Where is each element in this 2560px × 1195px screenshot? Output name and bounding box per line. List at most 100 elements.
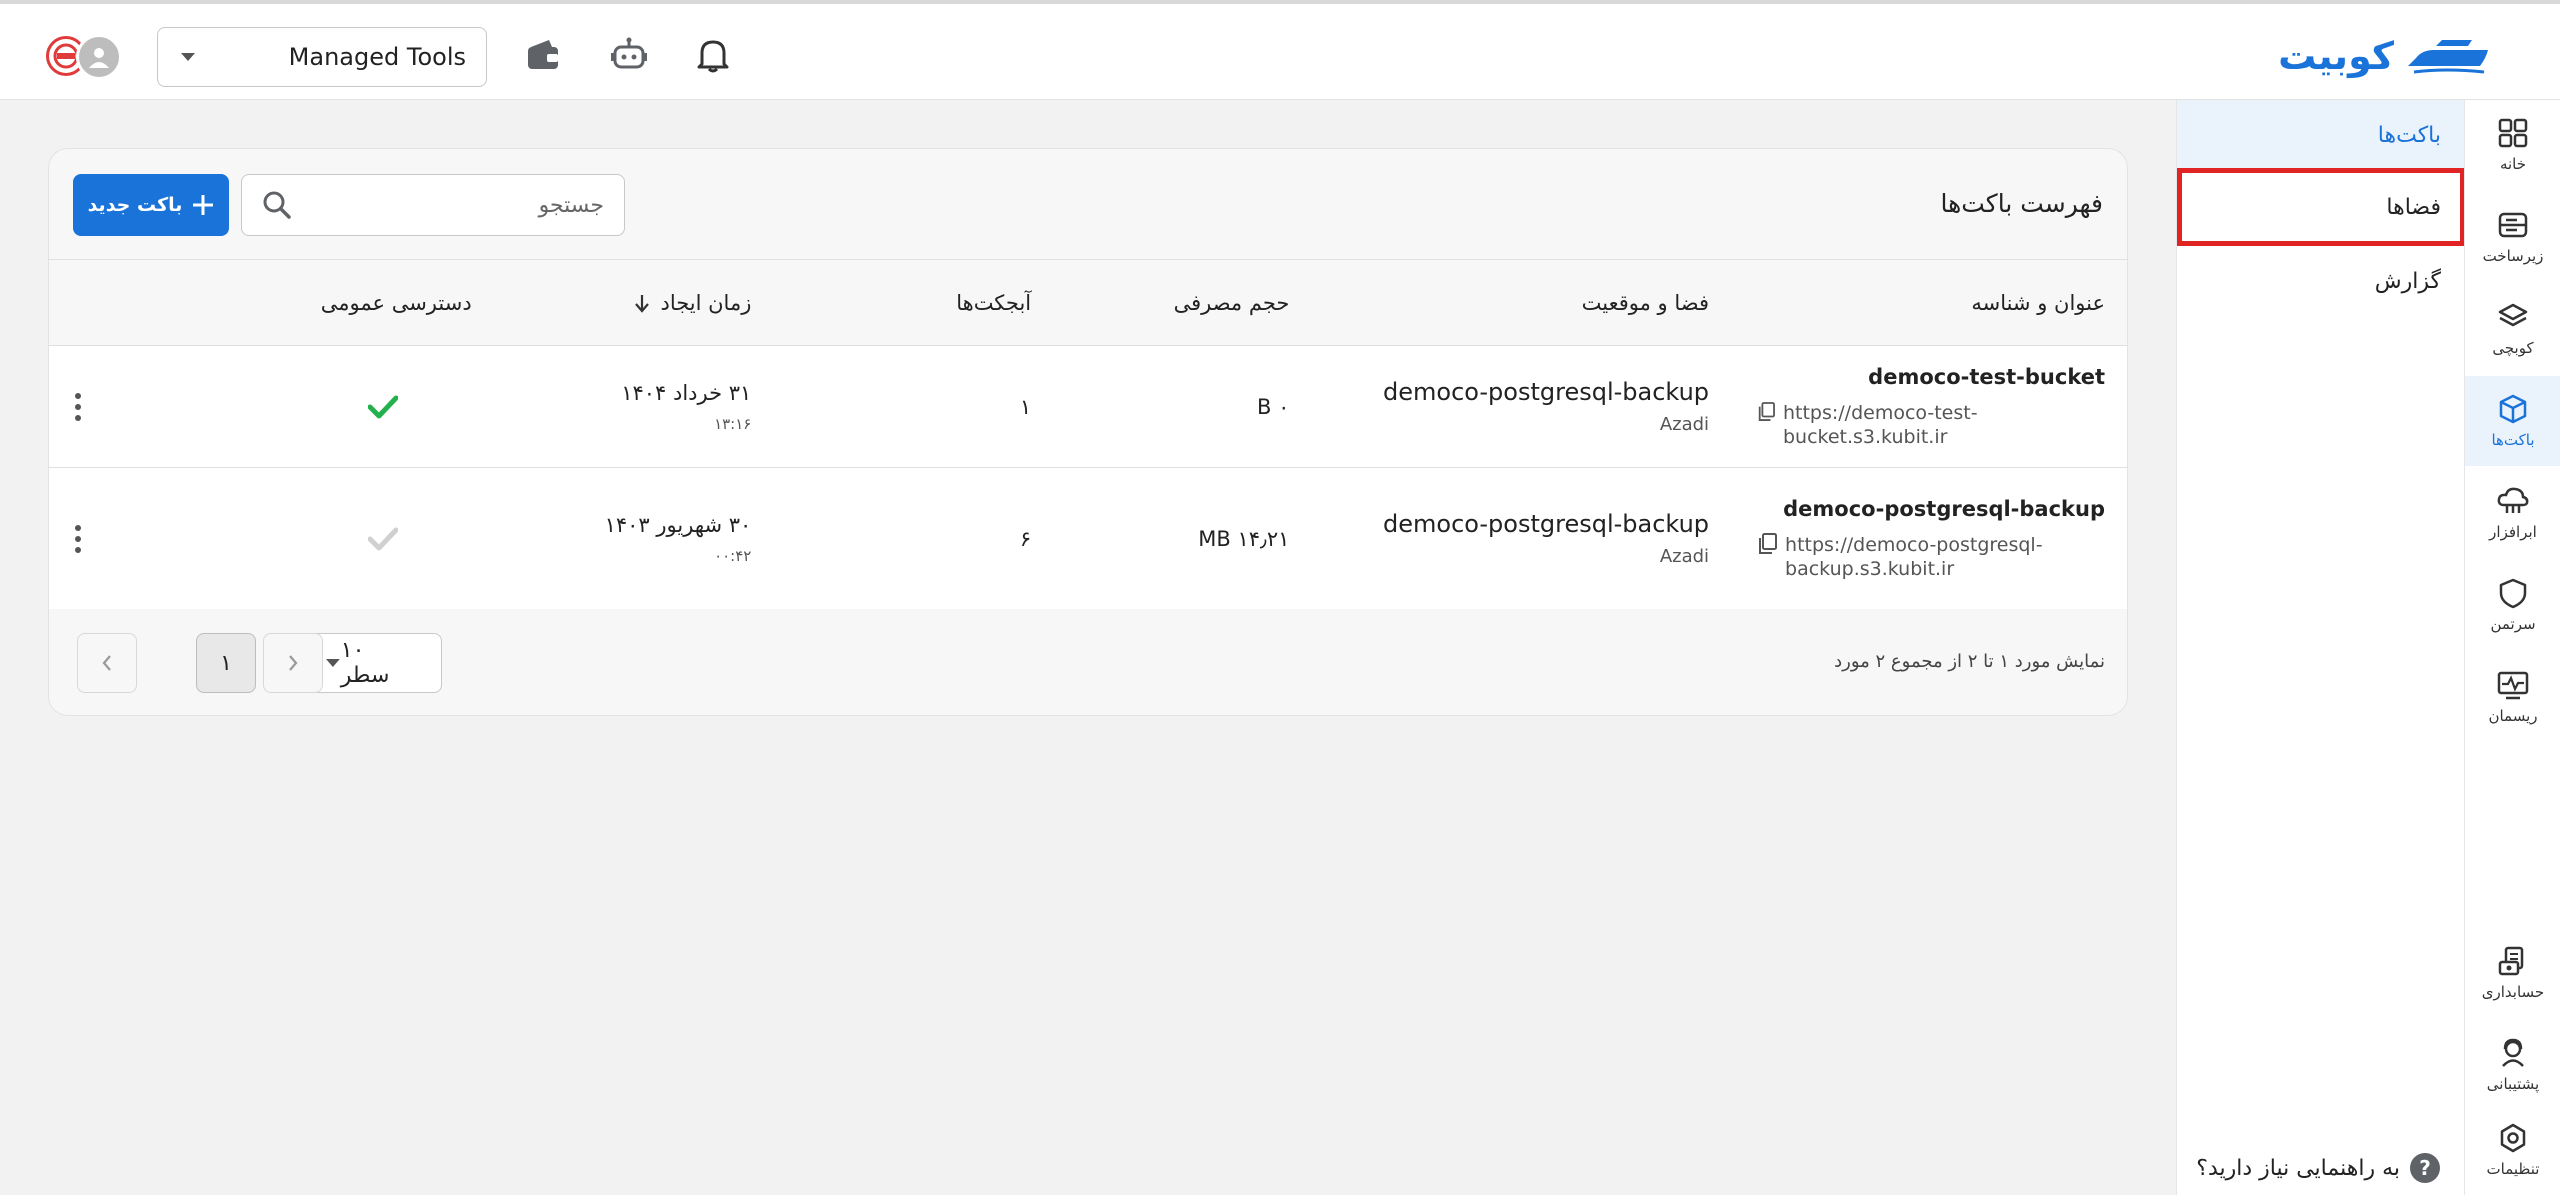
cell-public [293, 345, 496, 468]
chevron-down-icon [325, 659, 340, 667]
managed-tools-select[interactable]: Managed Tools [157, 27, 487, 87]
search-icon[interactable] [262, 190, 292, 220]
cell-objects: ۶ [775, 467, 1056, 610]
server-icon [2498, 212, 2528, 238]
rail-label: حسابداری [2481, 983, 2545, 1001]
created-date: ۳۱ خرداد ۱۴۰۴ [621, 380, 752, 405]
more-vert-icon[interactable] [73, 524, 83, 553]
table-row[interactable]: democo-test-bucket https://democo-test-b… [49, 345, 2127, 468]
bucket-url-text[interactable]: https://democo-test-bucket.s3.kubit.ir [1783, 401, 2105, 449]
cube-icon [2499, 394, 2527, 424]
bell-icon[interactable] [690, 32, 736, 78]
help-link[interactable]: به راهنمایی نیاز دارید؟ ? [2196, 1153, 2440, 1183]
col-space[interactable]: فضا و موقعیت [1313, 259, 1734, 346]
next-page-button[interactable] [77, 633, 137, 693]
subnav-item-spaces[interactable]: فضاها [2177, 168, 2465, 246]
cell-created: ۳۱ خرداد ۱۴۰۴ ۱۳:۱۶ [495, 345, 776, 468]
ship-logo-icon [2408, 40, 2488, 74]
check-icon [367, 395, 398, 418]
created-time: ۰۰:۴۲ [714, 546, 752, 565]
cloud-icon [2497, 487, 2529, 513]
rail-item-sartaman[interactable]: سرتمن [2465, 560, 2560, 650]
prev-page-button[interactable] [263, 633, 323, 693]
logo-text: کوبیت [2278, 34, 2394, 78]
copy-icon[interactable] [1757, 401, 1775, 423]
bucket-name[interactable]: democo-test-bucket [1757, 365, 2105, 389]
cell-actions [49, 345, 294, 468]
cell-space: democo-postgresql-backup Azadi [1313, 467, 1734, 610]
main-rail: خانه زیرساخت کوبچی باکت‌ها ابرافزار سرتم… [2464, 100, 2560, 1195]
page-button-current[interactable]: ۱ [196, 633, 256, 693]
plus-icon [193, 195, 214, 215]
rail-item-home[interactable]: خانه [2465, 100, 2560, 190]
table-footer: نمایش مورد ۱ تا ۲ از مجموع ۲ مورد ۱۰ سطر… [49, 609, 2127, 715]
bucket-url-line1: https://democo-postgresql- [1785, 533, 2043, 556]
wallet-icon[interactable] [520, 32, 566, 78]
buckets-table: عنوان و شناسه فضا و موقعیت حجم مصرفی آبج… [49, 259, 2127, 610]
shield-icon [2499, 578, 2527, 609]
new-bucket-label: باکت جدید [87, 194, 183, 216]
help-circle-icon: ? [2410, 1153, 2440, 1183]
bucket-url-line2: backup.s3.kubit.ir [1785, 557, 1955, 580]
bucket-name[interactable]: democo-postgresql-backup [1757, 497, 2105, 521]
rail-item-buckets[interactable]: باکت‌ها [2465, 376, 2560, 466]
chevron-down-icon [181, 53, 195, 61]
rail-item-cloudware[interactable]: ابرافزار [2465, 468, 2560, 558]
bucket-url: https://democo-postgresql-backup.s3.kubi… [1757, 532, 2105, 581]
table-header-row: عنوان و شناسه فضا و موقعیت حجم مصرفی آبج… [49, 259, 2127, 346]
copy-icon[interactable] [1757, 532, 1778, 555]
rail-label: کوبچی [2492, 339, 2534, 357]
rail-label: ریسمان [2488, 707, 2538, 725]
rail-item-risman[interactable]: ریسمان [2465, 652, 2560, 742]
support-icon [2502, 1038, 2524, 1067]
region-name: Azadi [1659, 414, 1710, 435]
layers-icon [2498, 303, 2528, 327]
col-public[interactable]: دسترسی عمومی [293, 259, 496, 346]
cell-space: democo-postgresql-backup Azadi [1313, 345, 1734, 468]
cell-objects: ۱ [775, 345, 1056, 468]
rail-label: سرتمن [2490, 615, 2536, 633]
cell-actions [49, 467, 294, 610]
check-inactive-icon [367, 527, 398, 550]
rail-item-support[interactable]: پشتیبانی [2465, 1020, 2560, 1110]
rows-per-page-select[interactable]: ۱۰ سطر [304, 633, 442, 693]
region-name: Azadi [1659, 546, 1710, 567]
monitor-icon [2497, 671, 2529, 700]
subnav-item-report[interactable]: گزارش [2177, 246, 2465, 316]
bot-icon[interactable] [606, 32, 652, 78]
rail-item-settings[interactable]: تنظیمات [2465, 1105, 2560, 1195]
accounting-icon [2498, 946, 2524, 976]
rail-label: ابرافزار [2489, 523, 2537, 541]
col-created[interactable]: زمان ایجاد [495, 259, 776, 346]
managed-tools-label: Managed Tools [288, 43, 466, 71]
rail-label: زیرساخت [2482, 247, 2544, 265]
rail-item-accounting[interactable]: حسابداری [2465, 928, 2560, 1018]
rail-label: خانه [2499, 155, 2527, 173]
page-title: فهرست باکت‌ها [1940, 189, 2103, 218]
rail-item-kubchi[interactable]: کوبچی [2465, 284, 2560, 374]
table-row[interactable]: democo-postgresql-backup https://democo-… [49, 467, 2127, 610]
grid-icon [2498, 118, 2528, 148]
cell-public [293, 467, 496, 610]
chevron-right-icon [289, 655, 298, 671]
brand-logo[interactable]: کوبیت [2278, 30, 2490, 82]
search-input[interactable] [304, 176, 604, 234]
cell-title: democo-postgresql-backup https://democo-… [1733, 467, 2127, 610]
user-avatar-group[interactable] [46, 30, 126, 82]
bucket-url: https://democo-test-bucket.s3.kubit.ir [1757, 401, 2105, 449]
created-time: ۱۳:۱۶ [714, 414, 752, 433]
avatar [76, 34, 122, 80]
bucket-url-text[interactable]: https://democo-postgresql-backup.s3.kubi… [1785, 533, 2043, 581]
col-title[interactable]: عنوان و شناسه [1733, 259, 2127, 346]
top-header: کوبیت Managed Tools [0, 0, 2560, 100]
subnav-item-buckets[interactable]: باکت‌ها [2177, 100, 2465, 170]
col-size[interactable]: حجم مصرفی [1055, 259, 1314, 346]
settings-icon [2500, 1123, 2526, 1153]
col-actions [49, 259, 294, 346]
rail-item-infrastructure[interactable]: زیرساخت [2465, 192, 2560, 282]
cell-created: ۳۰ شهریور ۱۴۰۳ ۰۰:۴۲ [495, 467, 776, 610]
col-objects[interactable]: آبجکت‌ها [775, 259, 1056, 346]
new-bucket-button[interactable]: باکت جدید [73, 174, 229, 236]
more-vert-icon[interactable] [73, 392, 83, 421]
rail-label: باکت‌ها [2491, 431, 2535, 449]
